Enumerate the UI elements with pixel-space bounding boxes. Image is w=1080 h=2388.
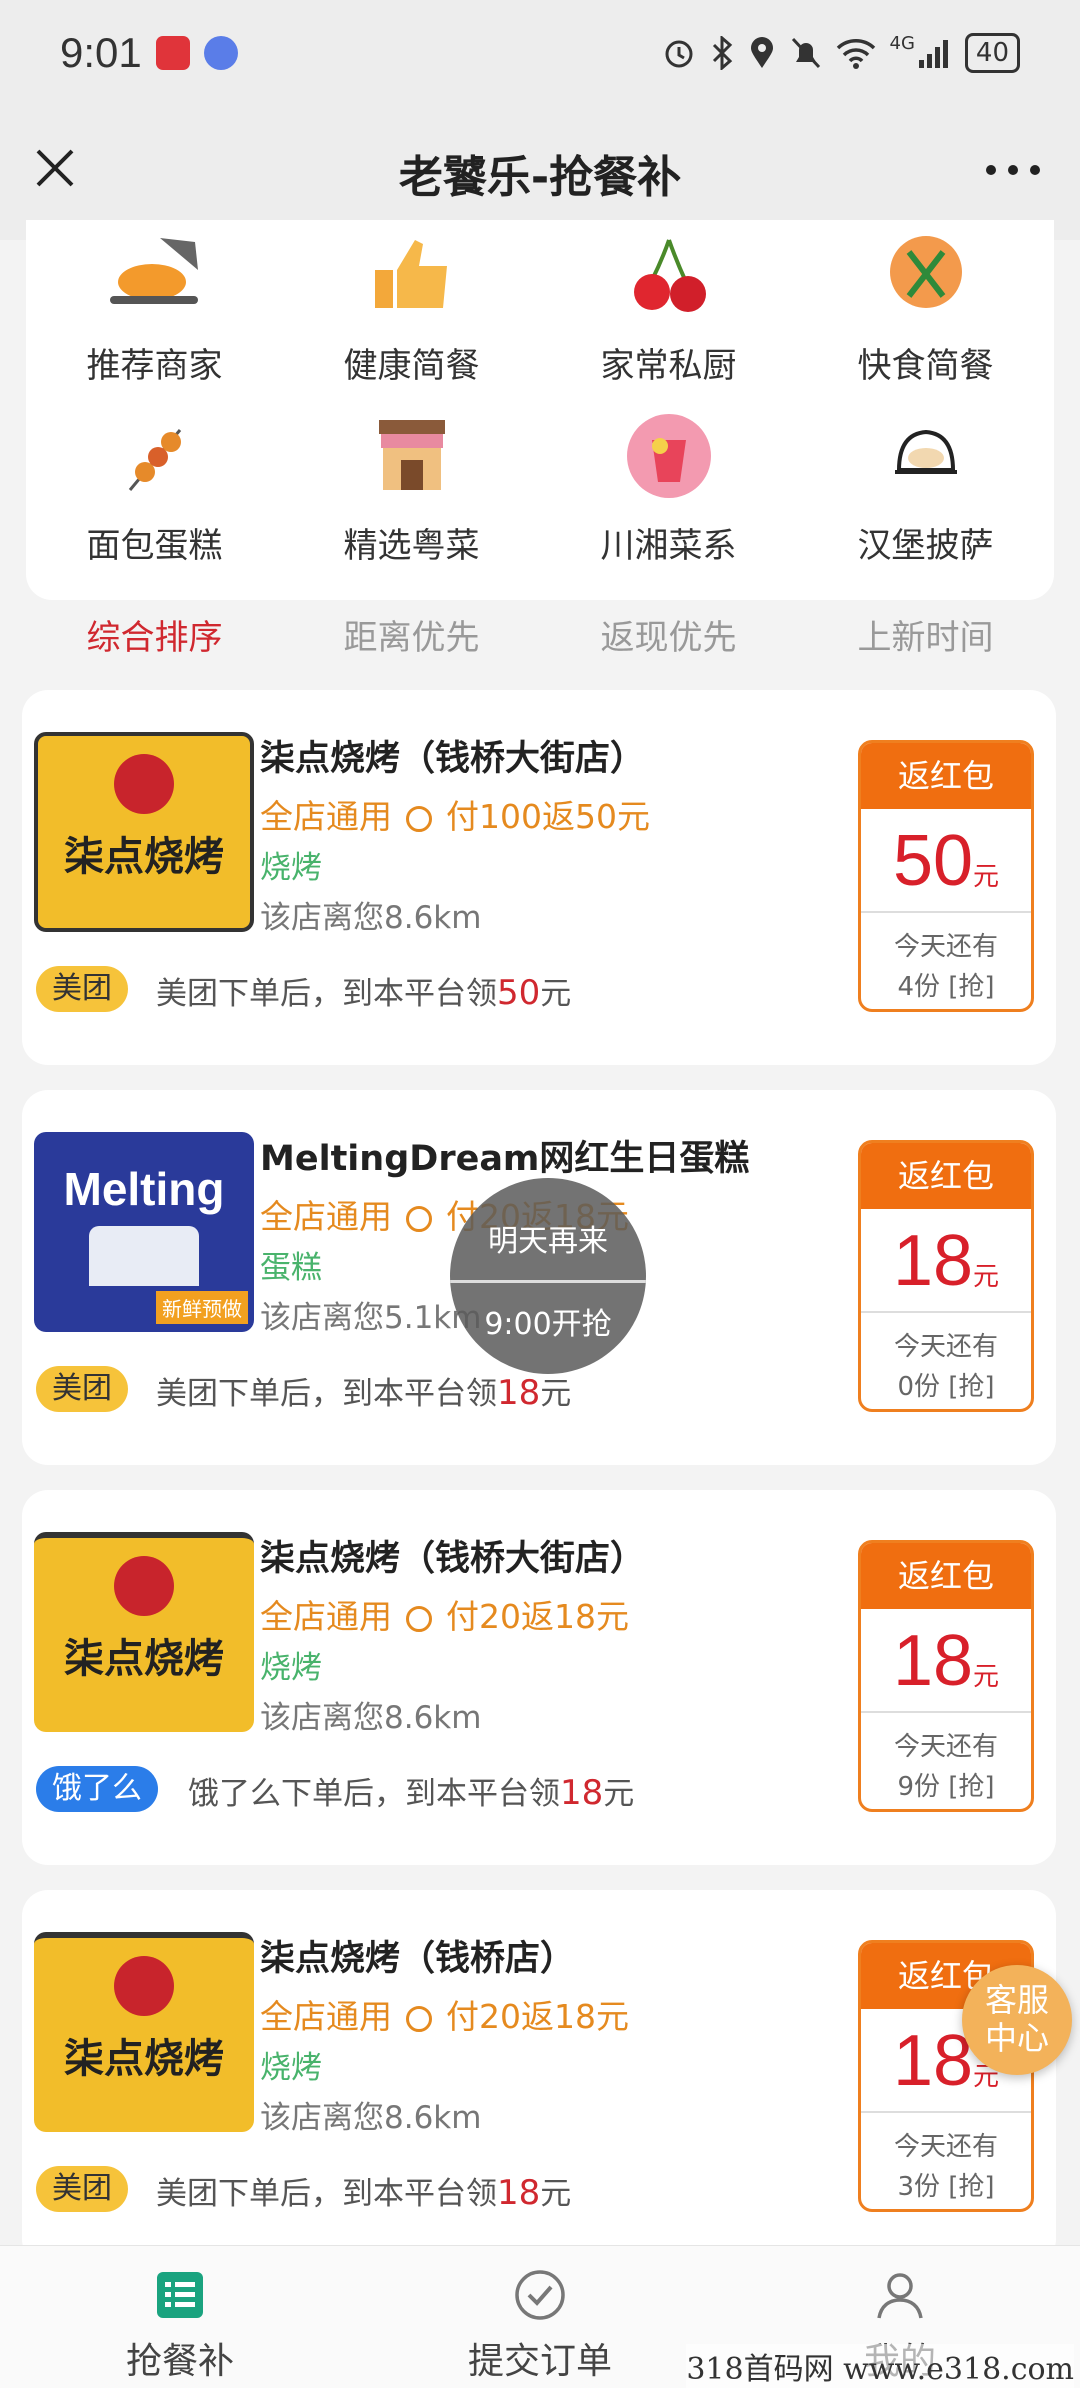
- logo-subtext: 新鲜预做: [156, 1291, 248, 1324]
- redpack-button[interactable]: 返红包 18元 今天还有 9份 [抢]: [858, 1540, 1034, 1812]
- shop-card[interactable]: 柒点烧烤 柒点烧烤（钱桥大街店） 全店通用 付100返50元 烧烤 该店离您8.6…: [22, 690, 1056, 1065]
- status-bar: 9:01 4G 40: [0, 0, 1080, 105]
- radio-icon[interactable]: [406, 805, 432, 832]
- logo-text: 柒点烧烤: [64, 2036, 224, 2082]
- platform-badge: 美团: [36, 1366, 128, 1412]
- category-item-fastfood[interactable]: 快食简餐: [797, 230, 1054, 387]
- mute-bell-icon: [791, 37, 820, 68]
- category-item-recommended[interactable]: 推荐商家: [26, 230, 283, 387]
- shop-name: 柒点烧烤（钱桥大街店）: [260, 1539, 646, 1579]
- shop-card[interactable]: Melting 新鲜预做 MeltingDream网红生日蛋糕 全店通用付20返…: [22, 1090, 1056, 1465]
- promo-text: 全店通用付20返18元: [260, 1997, 629, 2036]
- customer-service-button[interactable]: 客服 中心: [962, 1965, 1072, 2075]
- logo-text: 柒点烧烤: [64, 834, 224, 880]
- watermark: 318首码网 www.e318.com: [686, 2344, 1074, 2388]
- category-item-burger-pizza[interactable]: 汉堡披萨: [797, 410, 1054, 567]
- platform-desc: 美团下单后，到本平台领18元: [156, 1373, 572, 1413]
- platform-desc: 饿了么下单后，到本平台领18元: [188, 1773, 635, 1813]
- tab-submit-order[interactable]: 提交订单: [360, 2246, 720, 2388]
- platform-desc: 美团下单后，到本平台领18元: [156, 2173, 572, 2213]
- redpack-remain: 今天还有 9份 [抢]: [893, 1732, 998, 1802]
- shop-card[interactable]: 柒点烧烤 柒点烧烤（钱桥店） 全店通用 付20返18元 烧烤 该店离您8.6km …: [22, 1890, 1056, 2265]
- category-item-healthy[interactable]: 健康简餐: [283, 230, 540, 387]
- tab-grab-subsidy[interactable]: 抢餐补: [0, 2246, 360, 2388]
- category-item-cantonese[interactable]: 精选粤菜: [283, 410, 540, 567]
- redpack-remain: 今天还有 3份 [抢]: [893, 2132, 998, 2202]
- shop-distance: 该店离您8.6km: [260, 1700, 482, 1736]
- radio-icon[interactable]: [406, 1605, 432, 1632]
- category-item-bread-cake[interactable]: 面包蛋糕: [26, 410, 283, 567]
- shop-category: 烧烤: [260, 850, 322, 886]
- redpack-button[interactable]: 返红包 50元 今天还有 4份 [抢]: [858, 740, 1034, 1012]
- redpack-remain: 今天还有 4份 [抢]: [893, 932, 998, 1002]
- more-icon[interactable]: [986, 165, 1040, 175]
- radio-icon[interactable]: [406, 1205, 432, 1232]
- platform-badge: 美团: [36, 966, 128, 1012]
- status-icons: 4G 40: [662, 32, 1020, 73]
- shop-logo: 柒点烧烤: [34, 1932, 254, 2132]
- battery-indicator: 40: [964, 32, 1020, 73]
- alarm-icon: [665, 40, 692, 67]
- redpack-amount: 18元: [861, 1209, 1031, 1313]
- network-label: 4G: [889, 32, 915, 54]
- tab-newest[interactable]: 上新时间: [797, 610, 1054, 670]
- shop-logo: 柒点烧烤: [34, 1532, 254, 1732]
- redpack-amount: 18元: [861, 1609, 1031, 1713]
- redpack-amount: 50元: [861, 809, 1031, 913]
- platform-desc: 美团下单后，到本平台领50元: [156, 973, 572, 1013]
- page-title: 老饕乐-抢餐补: [398, 151, 682, 203]
- music-app-icon: [203, 35, 238, 70]
- platform-badge: 饿了么: [36, 1766, 158, 1812]
- shop-icon: [378, 420, 445, 490]
- skewer-icon: [128, 429, 181, 491]
- cherry-icon: [633, 239, 706, 312]
- logo-text: Melting: [63, 1163, 225, 1215]
- thumbs-up-icon: [374, 240, 447, 308]
- roast-chicken-icon: [109, 238, 198, 304]
- drink-icon: [626, 414, 711, 498]
- check-circle-icon: [515, 2270, 565, 2320]
- shop-name: MeltingDream网红生日蛋糕: [260, 1139, 750, 1179]
- book-app-icon: [155, 35, 190, 70]
- category-item-homemade[interactable]: 家常私厨: [540, 230, 797, 387]
- category-item-sichuan-hunan[interactable]: 川湘菜系: [540, 410, 797, 567]
- closed-overlay: 明天再来 9:00开抢: [450, 1178, 646, 1374]
- redpack-title: 返红包: [861, 1543, 1031, 1609]
- redpack-remain: 今天还有 0份 [抢]: [893, 1332, 998, 1402]
- shop-logo: Melting 新鲜预做: [34, 1132, 254, 1332]
- radio-icon[interactable]: [406, 2005, 432, 2032]
- tab-comprehensive[interactable]: 综合排序: [26, 610, 283, 670]
- status-time: 9:01: [60, 28, 142, 76]
- fork-spoon-icon: [889, 236, 962, 308]
- redpack-button[interactable]: 返红包 18元 今天还有 0份 [抢]: [858, 1140, 1034, 1412]
- redpack-title: 返红包: [861, 1143, 1031, 1209]
- person-icon: [877, 2273, 923, 2319]
- shop-distance: 该店离您8.6km: [260, 900, 482, 936]
- tab-distance[interactable]: 距离优先: [283, 610, 540, 670]
- shop-distance: 该店离您8.6km: [260, 2100, 482, 2136]
- shop-logo: 柒点烧烤: [34, 732, 254, 932]
- shop-name: 柒点烧烤（钱桥店）: [260, 1939, 576, 1979]
- platform-badge: 美团: [36, 2166, 128, 2212]
- list-icon: [157, 2272, 203, 2318]
- bluetooth-icon: [712, 35, 732, 70]
- signal-icon: [918, 39, 948, 68]
- sort-tabs: 综合排序 距离优先 返现优先 上新时间: [26, 610, 1054, 670]
- shop-name: 柒点烧烤（钱桥大街店）: [260, 739, 646, 779]
- shop-category: 烧烤: [260, 1650, 322, 1686]
- promo-text: 全店通用付20返18元: [260, 1597, 629, 1636]
- close-icon[interactable]: [30, 143, 80, 193]
- location-icon: [750, 36, 773, 68]
- shop-card[interactable]: 柒点烧烤 柒点烧烤（钱桥大街店） 全店通用 付20返18元 烧烤 该店离您8.6k…: [22, 1490, 1056, 1865]
- bun-icon: [894, 429, 957, 474]
- promo-text: 全店通用 付100返50元: [260, 797, 650, 836]
- shop-category: 蛋糕: [260, 1250, 322, 1286]
- tab-cashback[interactable]: 返现优先: [540, 610, 797, 670]
- wifi-icon: [836, 38, 875, 69]
- redpack-title: 返红包: [861, 743, 1031, 809]
- logo-text: 柒点烧烤: [64, 1636, 224, 1682]
- shop-category: 烧烤: [260, 2050, 322, 2086]
- category-grid: 推荐商家 健康简餐 家常私厨 快食简餐 面包蛋糕 精选粤菜 川湘菜系 汉堡披萨: [26, 220, 1054, 600]
- shop-distance: 该店离您5.1km: [260, 1300, 482, 1336]
